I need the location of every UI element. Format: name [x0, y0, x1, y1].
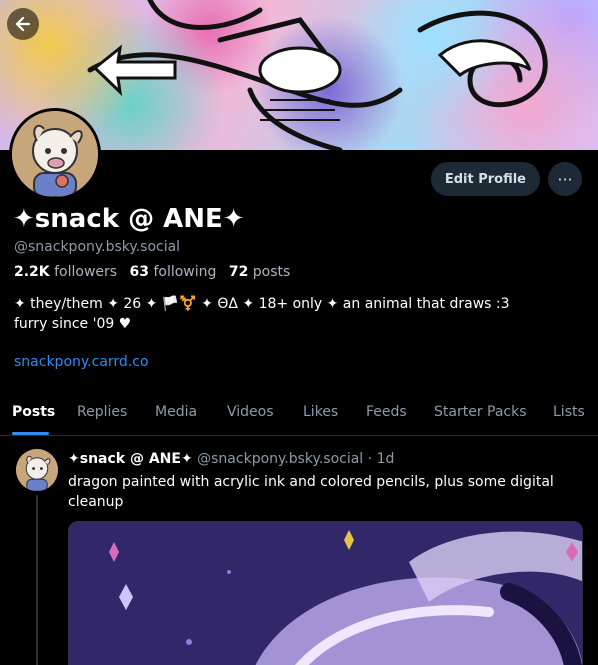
profile-stats: 2.2K followers 63 following 72 posts	[14, 264, 290, 280]
profile-link[interactable]: snackpony.carrd.co	[14, 354, 149, 370]
post-timestamp[interactable]: 1d	[377, 451, 395, 467]
goat-avatar-image	[16, 449, 58, 491]
profile-handle: @snackpony.bsky.social	[14, 239, 181, 255]
tab-media[interactable]: Media	[155, 404, 197, 420]
dragon-painting-image	[69, 522, 582, 665]
post-author-name[interactable]: ✦snack @ ANE✦	[68, 451, 193, 467]
goat-avatar-image	[12, 111, 98, 197]
post-text: dragon painted with acrylic ink and colo…	[68, 474, 554, 510]
active-tab-indicator	[12, 432, 49, 435]
post-item[interactable]: ✦snack @ ANE✦ @snackpony.bsky.social · 1…	[0, 437, 598, 665]
profile-avatar[interactable]	[9, 108, 101, 200]
arrow-left-icon	[15, 16, 31, 32]
ellipsis-icon: ···	[557, 169, 573, 189]
more-options-button[interactable]: ···	[548, 162, 582, 196]
post-image[interactable]	[68, 521, 583, 665]
posts-label: posts	[252, 264, 291, 280]
tab-replies[interactable]: Replies	[77, 404, 127, 420]
followers-label: followers	[54, 264, 118, 280]
tab-starter-packs[interactable]: Starter Packs	[434, 404, 527, 420]
tab-likes[interactable]: Likes	[303, 404, 338, 420]
thread-line	[36, 495, 38, 665]
tab-posts[interactable]: Posts	[12, 404, 55, 420]
post-author-avatar[interactable]	[16, 449, 58, 491]
following-count: 63	[129, 264, 149, 280]
back-button[interactable]	[7, 8, 39, 40]
post-separator: ·	[367, 451, 373, 467]
profile-bio: ✦ they/them ✦ 26 ✦ 🏳️⚧️ ✦ ΘΔ ✦ 18+ only …	[14, 294, 574, 334]
profile-tabs: Posts Replies Media Videos Likes Feeds S…	[0, 394, 598, 436]
edit-profile-button[interactable]: Edit Profile	[430, 162, 540, 196]
post-header: ✦snack @ ANE✦ @snackpony.bsky.social · 1…	[68, 451, 394, 467]
bio-line-1: ✦ they/them ✦ 26 ✦ 🏳️⚧️ ✦ ΘΔ ✦ 18+ only …	[14, 296, 510, 312]
tab-videos[interactable]: Videos	[227, 404, 274, 420]
followers-count: 2.2K	[14, 264, 50, 280]
tab-feeds[interactable]: Feeds	[366, 404, 407, 420]
following-stat[interactable]: 63 following	[130, 264, 217, 280]
posts-stat: 72 posts	[229, 264, 290, 280]
followers-stat[interactable]: 2.2K followers	[14, 264, 117, 280]
bio-line-2: furry since '09 ♥	[14, 316, 132, 332]
posts-count: 72	[228, 264, 249, 280]
display-name: ✦snack @ ANE✦	[13, 204, 245, 234]
following-label: following	[153, 264, 217, 280]
tab-lists[interactable]: Lists	[553, 404, 585, 420]
post-author-handle[interactable]: @snackpony.bsky.social	[197, 451, 363, 467]
